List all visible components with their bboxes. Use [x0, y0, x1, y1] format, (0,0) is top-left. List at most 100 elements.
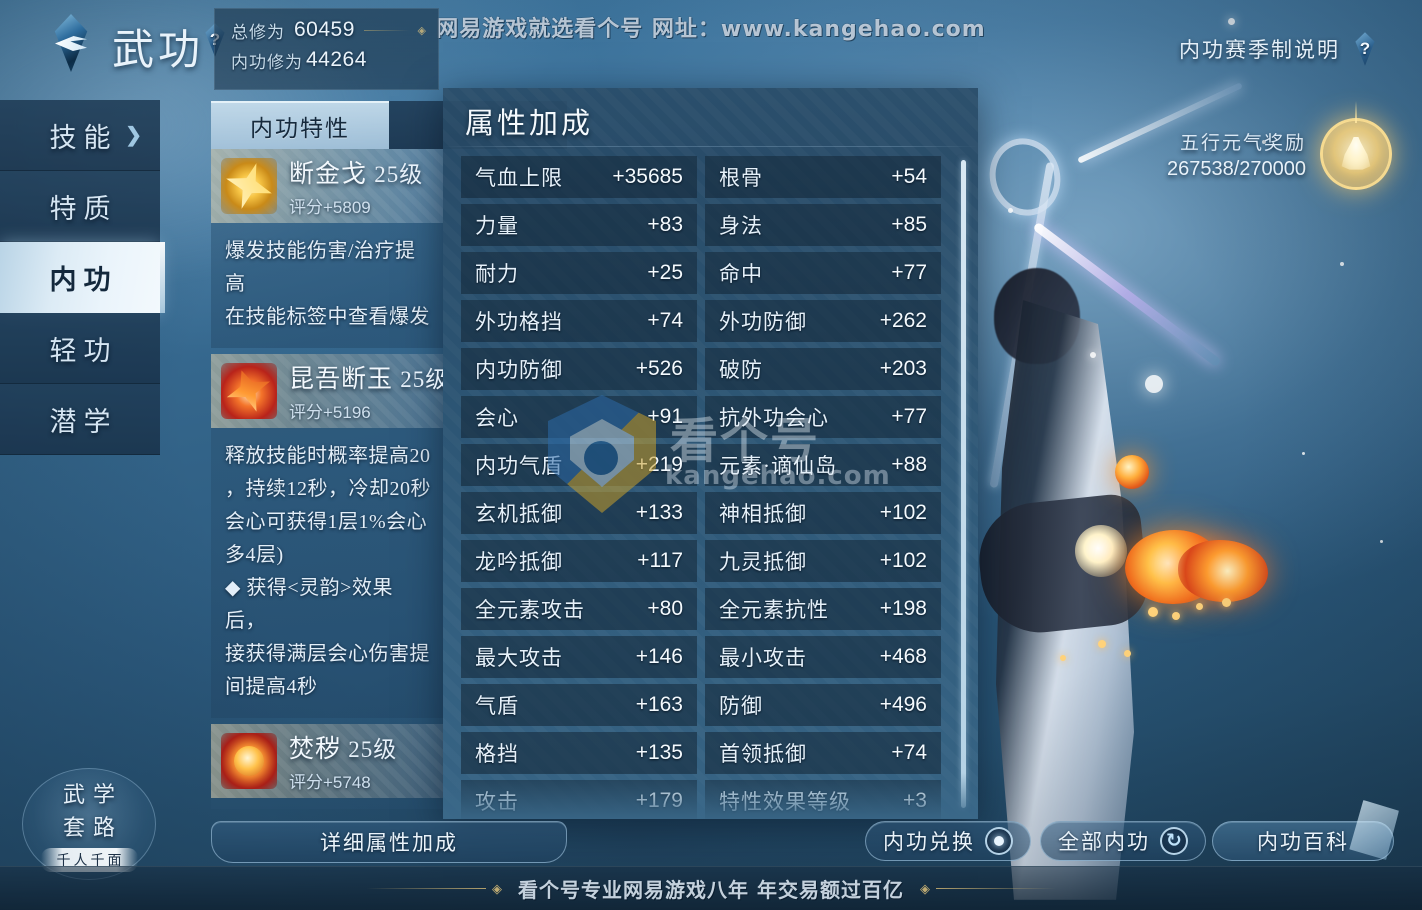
attribute-row: 外功防御 +262 — [705, 300, 941, 342]
attribute-name: 九灵抵御 — [719, 550, 807, 574]
dialog-scrollbar[interactable] — [961, 160, 966, 808]
reward-value: 267538/270000 — [1166, 157, 1306, 180]
ornament-right: ◈ — [920, 881, 1056, 897]
wiki-button-label: 内功百科 — [1257, 830, 1349, 854]
emblem-line-1: 武学 — [62, 781, 123, 807]
sidebar-item-label: 技能 — [49, 122, 118, 153]
divider-line — [363, 29, 409, 31]
attribute-value: +198 — [879, 597, 927, 620]
ornament-left: ◈ — [366, 881, 502, 897]
detail-button-label: 详细属性加成 — [320, 831, 458, 855]
attribute-name: 命中 — [719, 262, 763, 286]
cultivation-panel: 总修为 60459 ◈ 内功修为 44264 — [214, 8, 439, 90]
skill-name: 断金戈 25级 — [289, 154, 423, 190]
total-cultivation-value: 60459 — [294, 18, 355, 41]
skill-score: 评分+5809 — [289, 198, 371, 217]
attribute-value: +146 — [635, 645, 683, 668]
attribute-value: +35685 — [612, 165, 683, 188]
attribute-row: 命中 +77 — [705, 252, 941, 294]
dialog-divider — [443, 146, 978, 147]
attribute-value: +85 — [891, 213, 927, 236]
attribute-value: +262 — [879, 309, 927, 332]
sidebar-item-traits[interactable]: 特质 — [0, 171, 160, 242]
skill-name: 焚秽 25级 — [289, 729, 397, 765]
martial-routine-emblem-button[interactable]: 武学 套路 千人千面 — [22, 768, 156, 880]
attribute-row: 外功格挡 +74 — [461, 300, 697, 342]
exchange-button-label: 内功兑换 — [883, 830, 975, 854]
all-inner-power-button[interactable]: 全部内功 — [1040, 821, 1206, 861]
attribute-name: 根骨 — [719, 166, 763, 190]
sidebar-item-lightness[interactable]: 轻功 — [0, 313, 160, 384]
reward-label: 五行元气奖励 — [1179, 132, 1306, 154]
inner-power-wiki-button[interactable]: 内功百科 — [1212, 800, 1399, 861]
attribute-name: 格挡 — [475, 742, 519, 766]
attribute-name: 内功气盾 — [475, 454, 563, 478]
attribute-value: +526 — [635, 357, 683, 380]
exchange-icon — [985, 827, 1013, 855]
sidebar-item-skills[interactable]: 技能 ❯ — [0, 100, 160, 171]
diamond-ornament-icon: ◈ — [417, 24, 426, 37]
attribute-name: 外功格挡 — [475, 310, 563, 334]
attribute-value: +163 — [635, 693, 683, 716]
skill-header[interactable]: 昆吾断玉 25级 评分+5196 — [211, 354, 443, 428]
watermark-bottom-text: 看个号专业网易游戏八年 年交易额过百亿 — [518, 878, 904, 902]
attribute-row: 会心 +91 — [461, 396, 697, 438]
attribute-row: 最小攻击 +468 — [705, 636, 941, 678]
attribute-name: 力量 — [475, 214, 519, 238]
skill-list[interactable]: 断金戈 25级 评分+5809 爆发技能伤害/治疗提高 在技能标签中查看爆发 昆… — [211, 149, 443, 809]
attribute-row: 内功防御 +526 — [461, 348, 697, 390]
sidebar-item-inner-power[interactable]: 内功 — [0, 242, 165, 313]
attribute-row: 防御 +496 — [705, 684, 941, 726]
inner-power-exchange-button[interactable]: 内功兑换 — [865, 821, 1031, 861]
attribute-row: 最大攻击 +146 — [461, 636, 697, 678]
attribute-name: 抗外功会心 — [719, 406, 829, 430]
attribute-row: 格挡 +135 — [461, 732, 697, 774]
list-item[interactable]: 焚秽 25级 评分+5748 攻击怪物时造成每秒30% — [211, 724, 443, 809]
skill-icon-golden-blade — [221, 158, 277, 214]
skill-name-text: 昆吾断玉 — [289, 366, 394, 393]
page-title: 武功 — [112, 28, 205, 74]
chevron-right-icon: ❯ — [125, 124, 142, 147]
season-note[interactable]: 内功赛季制说明 ? — [1179, 32, 1380, 66]
attribute-row: 破防 +203 — [705, 348, 941, 390]
meditation-orb-icon[interactable] — [1320, 101, 1392, 190]
detail-attribute-bonus-button[interactable]: 详细属性加成 — [211, 821, 567, 863]
attribute-row: 元素·谪仙岛 +88 — [705, 444, 941, 486]
skill-header[interactable]: 断金戈 25级 评分+5809 — [211, 149, 443, 223]
skill-name: 昆吾断玉 25级 — [289, 359, 443, 395]
skill-description: 攻击怪物时造成每秒30% — [211, 798, 443, 809]
sidebar-item-latent-study[interactable]: 潜学 — [0, 384, 160, 455]
attribute-value: +3 — [903, 789, 927, 812]
inner-cultivation-label: 内功修为 — [231, 52, 303, 72]
skill-name-text: 断金戈 — [289, 161, 368, 188]
season-help-icon-glyph: ? — [1359, 39, 1371, 58]
attribute-value: +102 — [879, 501, 927, 524]
sidebar-item-label: 特质 — [49, 193, 118, 224]
reward-widget[interactable]: 五行元气奖励 267538/270000 — [1166, 101, 1392, 190]
attribute-row: 耐力 +25 — [461, 252, 697, 294]
attribute-row: 玄机抵御 +133 — [461, 492, 697, 534]
skill-name-text: 焚秽 — [289, 736, 342, 763]
sidebar-item-label: 潜学 — [49, 406, 118, 437]
attribute-name: 外功防御 — [719, 310, 807, 334]
attribute-value: +179 — [635, 789, 683, 812]
skill-level: 25级 — [400, 367, 443, 392]
attribute-name: 最大攻击 — [475, 646, 563, 670]
attribute-name: 破防 — [719, 358, 763, 382]
skill-level: 25级 — [348, 737, 398, 762]
list-item[interactable]: 昆吾断玉 25级 评分+5196 释放技能时概率提高20 ，持续12秒，冷却20… — [211, 354, 443, 718]
emblem-line-2: 套路 — [62, 814, 123, 840]
attribute-name: 耐力 — [475, 262, 519, 286]
season-help-icon[interactable]: ? — [1350, 32, 1380, 66]
attribute-name: 龙吟抵御 — [475, 550, 563, 574]
list-item[interactable]: 断金戈 25级 评分+5809 爆发技能伤害/治疗提高 在技能标签中查看爆发 — [211, 149, 443, 348]
attribute-row: 根骨 +54 — [705, 156, 941, 198]
skill-description: 爆发技能伤害/治疗提高 在技能标签中查看爆发 — [211, 223, 443, 348]
attribute-name: 防御 — [719, 694, 763, 718]
game-logo-icon — [42, 14, 100, 72]
attribute-value: +74 — [891, 741, 927, 764]
total-cultivation-label: 总修为 — [231, 22, 285, 42]
skill-header[interactable]: 焚秽 25级 评分+5748 — [211, 724, 443, 798]
tab-inner-power-traits[interactable]: 内功特性 — [211, 101, 389, 149]
attribute-name: 特性效果等级 — [719, 790, 851, 814]
